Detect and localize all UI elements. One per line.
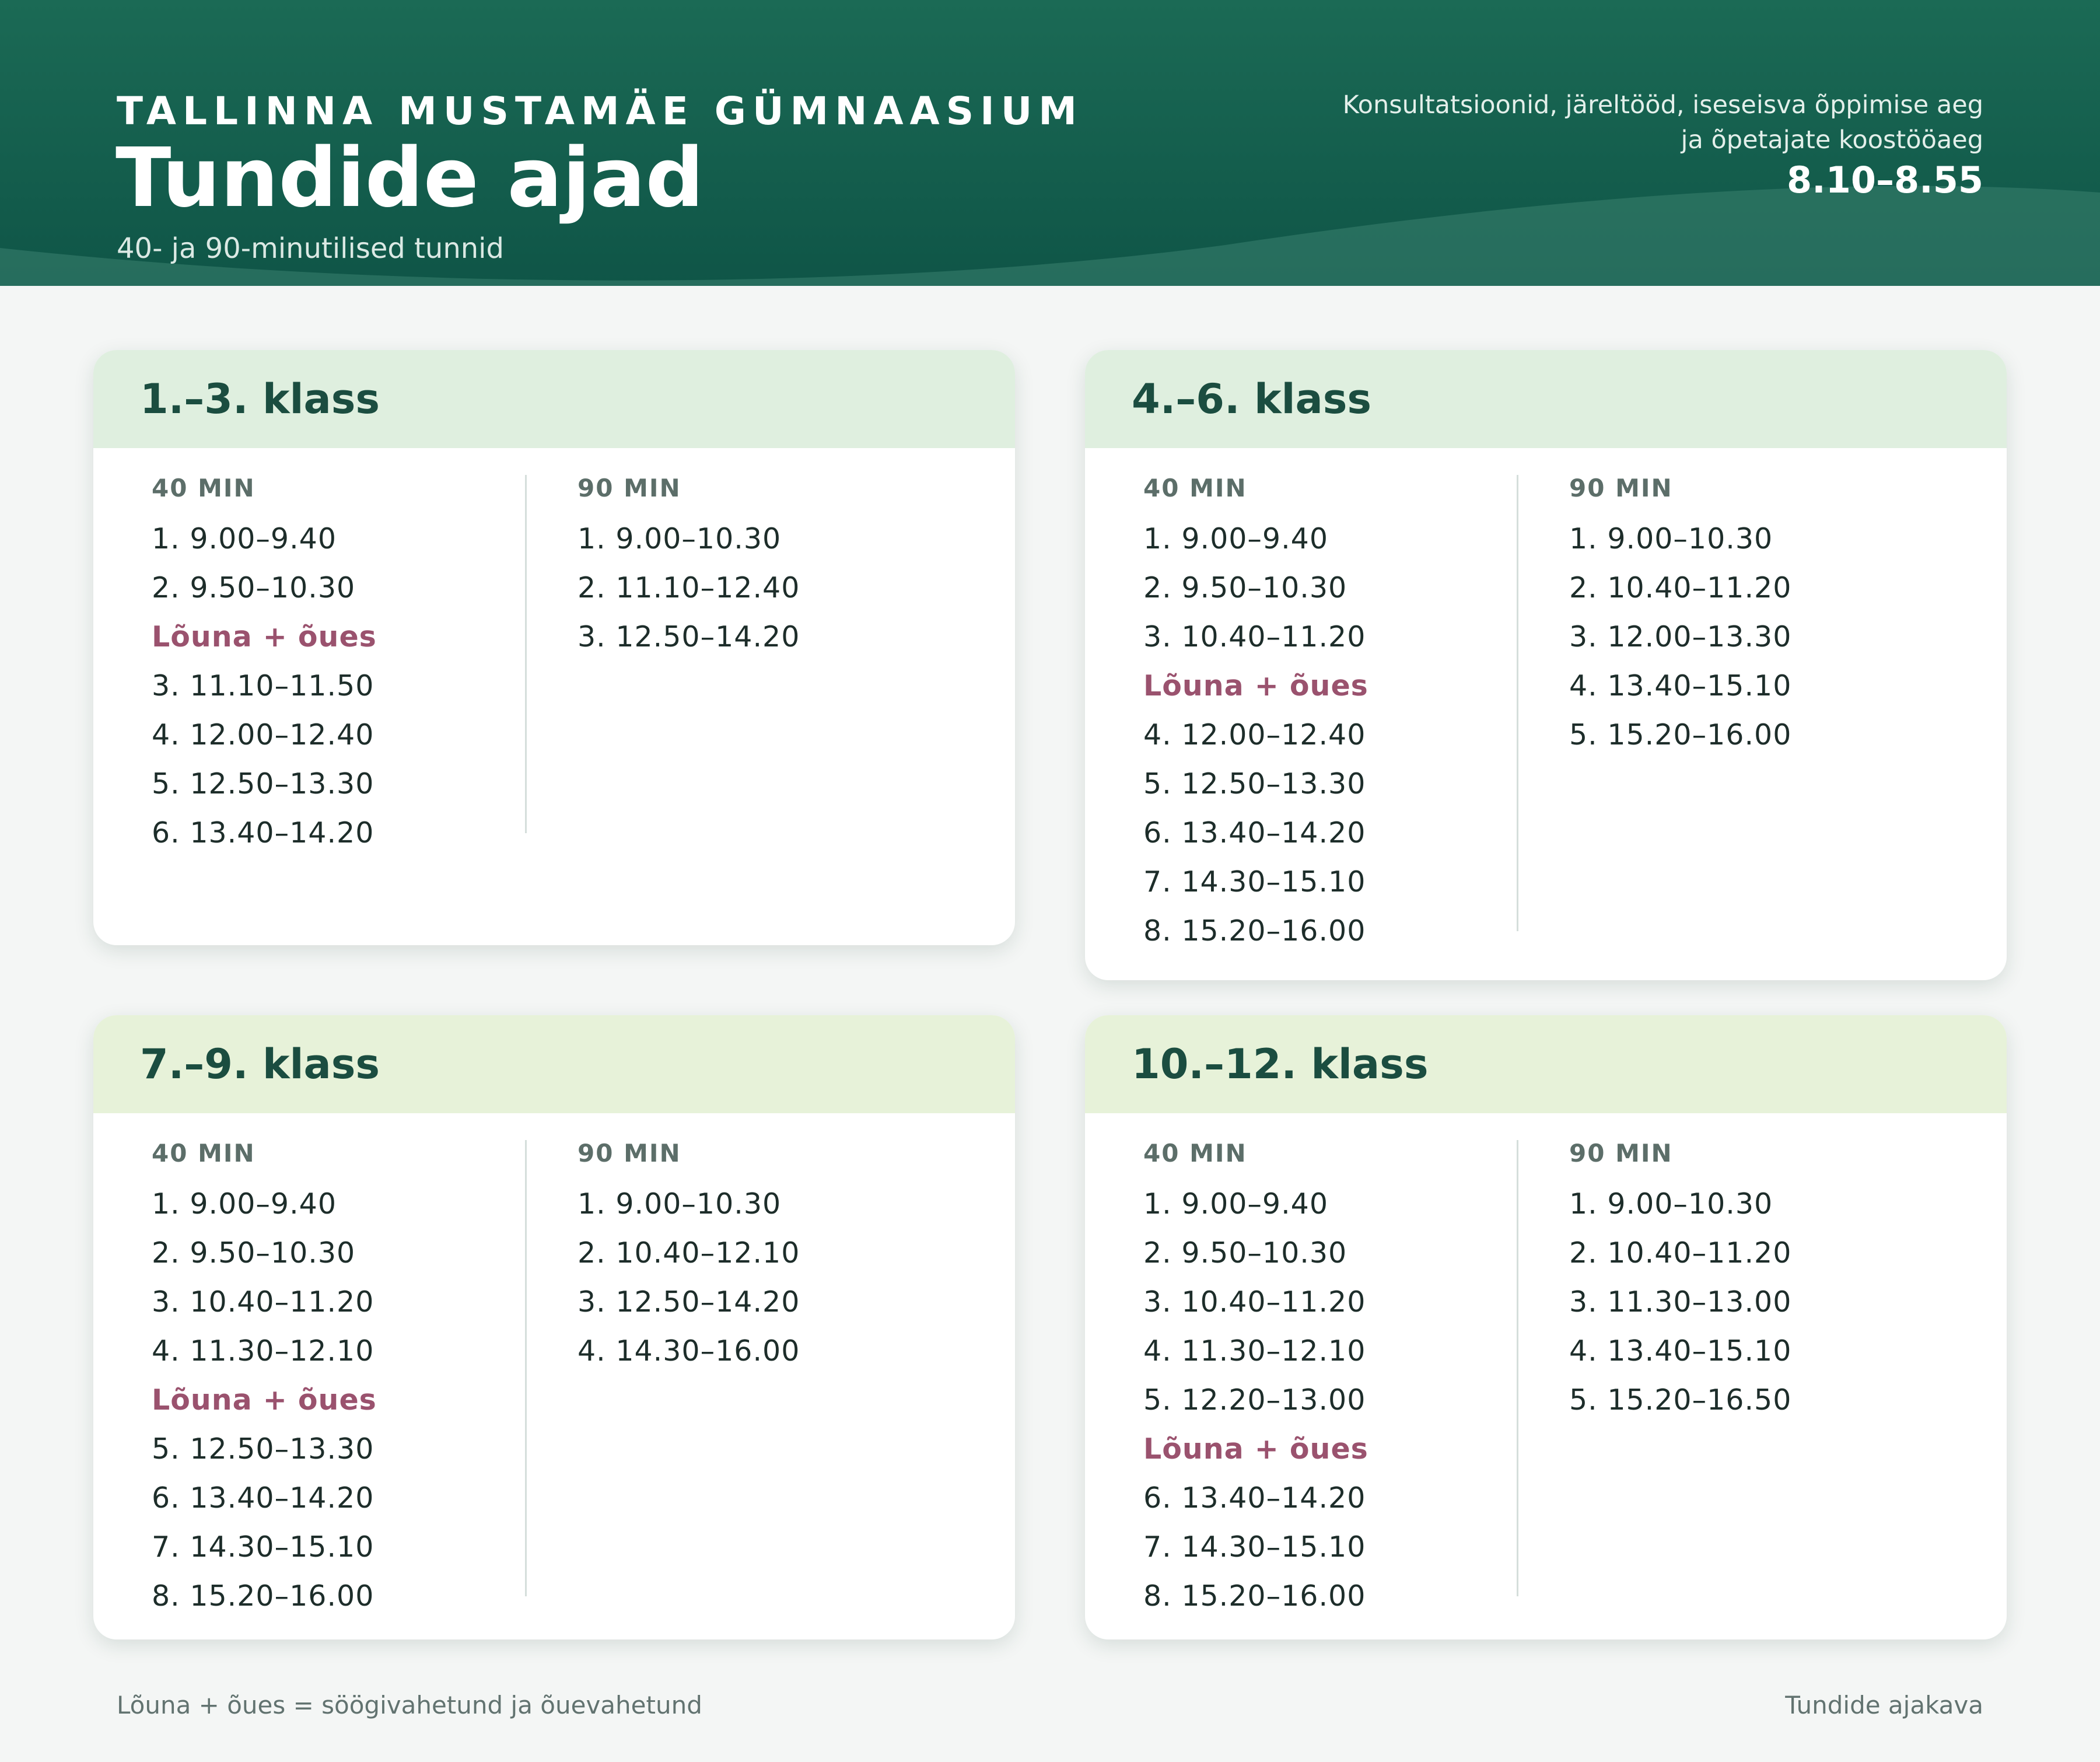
lesson-row: 1. 9.00–9.40	[152, 1187, 337, 1221]
card-header: 4.–6. klass	[1085, 350, 2007, 448]
column-90-min: 90 MIN 1. 9.00–10.30 2. 10.40–12.10 3. 12.…	[578, 1113, 800, 1376]
lesson-row: 4. 14.30–16.00	[578, 1334, 800, 1368]
lesson-row: 4. 13.40–15.10	[1569, 669, 1792, 702]
lesson-row: 6. 13.40–14.20	[152, 816, 374, 849]
column-label-40: 40 MIN	[1143, 1139, 1247, 1167]
lesson-row: 2. 9.50–10.30	[152, 1236, 356, 1270]
card-header: 10.–12. klass	[1085, 1015, 2007, 1113]
column-40-min: 40 MIN 1. 9.00–9.40 2. 9.50–10.30 3. 10.40…	[152, 1113, 377, 1621]
column-divider	[525, 475, 527, 833]
schedule-card-grades-7-9: 7.–9. klass 40 MIN 1. 9.00–9.40 2. 9.50–1…	[93, 1015, 1015, 1639]
lesson-row: 3. 11.10–11.50	[152, 669, 374, 702]
lunch-break-row: Lõuna + õues	[152, 1383, 377, 1417]
lesson-row: 6. 13.40–14.20	[152, 1481, 374, 1515]
column-label-40: 40 MIN	[152, 1139, 256, 1167]
lesson-row: 8. 15.20–16.00	[1143, 914, 1366, 948]
column-40-min: 40 MIN 1. 9.00–9.40 2. 9.50–10.30 Lõuna + …	[152, 448, 377, 858]
lesson-row: 2. 9.50–10.30	[1143, 571, 1348, 604]
lesson-row: 8. 15.20–16.00	[152, 1579, 374, 1613]
lesson-row: 5. 15.20–16.50	[1569, 1383, 1792, 1417]
lesson-row: 7. 14.30–15.10	[1143, 865, 1366, 899]
lesson-row: 2. 11.10–12.40	[578, 571, 800, 604]
column-40-min: 40 MIN 1. 9.00–9.40 2. 9.50–10.30 3. 10.40…	[1143, 1113, 1368, 1621]
column-divider	[525, 1140, 527, 1596]
lesson-row: 2. 10.40–11.20	[1569, 1236, 1792, 1270]
schedule-card-grades-10-12: 10.–12. klass 40 MIN 1. 9.00–9.40 2. 9.50…	[1085, 1015, 2007, 1639]
card-header: 7.–9. klass	[93, 1015, 1015, 1113]
consultation-line-1: Konsultatsioonid, järeltööd, iseseisva õ…	[1342, 90, 1983, 120]
consultation-time: 8.10–8.55	[1787, 159, 1983, 201]
lesson-row: 2. 9.50–10.30	[1143, 1236, 1348, 1270]
lesson-row: 3. 10.40–11.20	[1143, 1285, 1366, 1319]
lesson-row: 1. 9.00–9.40	[152, 522, 337, 555]
card-title: 1.–3. klass	[140, 375, 380, 423]
lesson-row: 4. 11.30–12.10	[1143, 1334, 1366, 1368]
schedule-card-grades-1-3: 1.–3. klass 40 MIN 1. 9.00–9.40 2. 9.50–1…	[93, 350, 1015, 945]
lesson-row: 1. 9.00–10.30	[578, 1187, 782, 1221]
card-title: 4.–6. klass	[1132, 375, 1372, 423]
column-40-min: 40 MIN 1. 9.00–9.40 2. 9.50–10.30 3. 10.40…	[1143, 448, 1368, 956]
lesson-row: 7. 14.30–15.10	[152, 1530, 374, 1564]
lesson-row: 4. 12.00–12.40	[152, 718, 374, 751]
column-label-90: 90 MIN	[578, 1139, 681, 1167]
lesson-row: 4. 11.30–12.10	[152, 1334, 374, 1368]
lesson-row: 5. 12.50–13.30	[1143, 767, 1366, 800]
lesson-row: 5. 12.50–13.30	[152, 767, 374, 800]
lesson-row: 3. 10.40–11.20	[152, 1285, 374, 1319]
lesson-row: 3. 12.50–14.20	[578, 1285, 800, 1319]
column-divider	[1517, 475, 1518, 931]
lesson-row: 1. 9.00–10.30	[1569, 522, 1773, 555]
column-90-min: 90 MIN 1. 9.00–10.30 2. 10.40–11.20 3. 11.…	[1569, 1113, 1791, 1425]
column-label-40: 40 MIN	[152, 474, 256, 502]
lunch-break-row: Lõuna + õues	[1143, 1432, 1368, 1466]
lesson-row: 5. 15.20–16.00	[1569, 718, 1792, 751]
page-subtitle: 40- ja 90-minutilised tunnid	[117, 232, 504, 265]
schedule-card-grades-4-6: 4.–6. klass 40 MIN 1. 9.00–9.40 2. 9.50–1…	[1085, 350, 2007, 980]
consultation-note: Konsultatsioonid, järeltööd, iseseisva õ…	[1167, 88, 1983, 158]
lesson-row: 3. 12.00–13.30	[1569, 620, 1792, 653]
lunch-break-row: Lõuna + õues	[1143, 669, 1368, 702]
lesson-row: 1. 9.00–9.40	[1143, 522, 1329, 555]
card-title: 10.–12. klass	[1132, 1040, 1429, 1088]
lesson-row: 5. 12.50–13.30	[152, 1432, 374, 1466]
lesson-row: 2. 9.50–10.30	[152, 571, 356, 604]
column-label-90: 90 MIN	[1569, 1139, 1673, 1167]
school-name: TALLINNA MUSTAMÄE GÜMNAASIUM	[117, 89, 1083, 134]
lesson-row: 3. 12.50–14.20	[578, 620, 800, 653]
footer-legend: Lõuna + õues = söögivahetund ja õuevahet…	[117, 1691, 702, 1719]
consultation-line-2: ja õpetajate koostööaeg	[1681, 125, 1983, 155]
lesson-row: 7. 14.30–15.10	[1143, 1530, 1366, 1564]
lesson-row: 2. 10.40–12.10	[578, 1236, 800, 1270]
column-label-90: 90 MIN	[1569, 474, 1673, 502]
page-title: Tundide ajad	[116, 131, 704, 226]
column-label-90: 90 MIN	[578, 474, 681, 502]
card-header: 1.–3. klass	[93, 350, 1015, 448]
lesson-row: 6. 13.40–14.20	[1143, 816, 1366, 849]
card-title: 7.–9. klass	[140, 1040, 380, 1088]
lesson-row: 8. 15.20–16.00	[1143, 1579, 1366, 1613]
lesson-row: 5. 12.20–13.00	[1143, 1383, 1366, 1417]
lesson-row: 4. 12.00–12.40	[1143, 718, 1366, 751]
column-label-40: 40 MIN	[1143, 474, 1247, 502]
lesson-row: 3. 11.30–13.00	[1569, 1285, 1792, 1319]
lesson-row: 2. 10.40–11.20	[1569, 571, 1792, 604]
column-divider	[1517, 1140, 1518, 1596]
lesson-row: 6. 13.40–14.20	[1143, 1481, 1366, 1515]
lesson-row: 1. 9.00–9.40	[1143, 1187, 1329, 1221]
lunch-break-row: Lõuna + õues	[152, 620, 377, 653]
column-90-min: 90 MIN 1. 9.00–10.30 2. 11.10–12.40 3. 12.…	[578, 448, 800, 662]
lesson-row: 4. 13.40–15.10	[1569, 1334, 1792, 1368]
header-banner: TALLINNA MUSTAMÄE GÜMNAASIUM Tundide aja…	[0, 0, 2100, 286]
column-90-min: 90 MIN 1. 9.00–10.30 2. 10.40–11.20 3. 12.…	[1569, 448, 1791, 760]
lesson-row: 1. 9.00–10.30	[1569, 1187, 1773, 1221]
footer-caption: Tundide ajakava	[1785, 1691, 1983, 1719]
lesson-row: 1. 9.00–10.30	[578, 522, 782, 555]
lesson-row: 3. 10.40–11.20	[1143, 620, 1366, 653]
